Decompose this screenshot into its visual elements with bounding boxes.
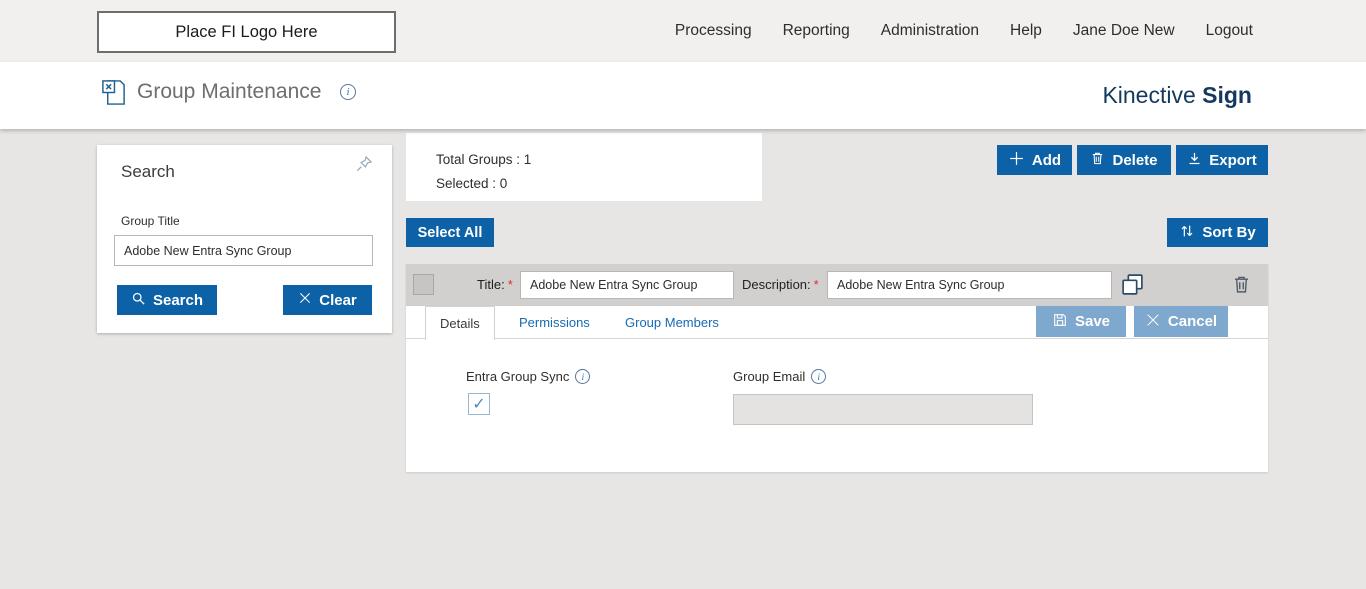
description-label: Description:* (742, 277, 819, 292)
brand-sign: Sign (1202, 82, 1252, 108)
entra-group-sync-label: Entra Group Sync (466, 369, 569, 384)
clear-button-label: Clear (319, 292, 357, 309)
download-icon (1187, 151, 1202, 170)
export-button[interactable]: Export (1176, 145, 1268, 175)
select-all-button[interactable]: Select All (406, 218, 494, 247)
group-description-field[interactable] (827, 271, 1112, 299)
nav-administration[interactable]: Administration (881, 22, 979, 40)
tab-group-members[interactable]: Group Members (611, 306, 733, 339)
group-email-label-row: Group Email i (733, 369, 826, 384)
nav-logout[interactable]: Logout (1206, 22, 1253, 40)
title-required-asterisk: * (508, 277, 513, 292)
brand-kinective: Kinective (1102, 82, 1195, 108)
nav-processing[interactable]: Processing (675, 22, 752, 40)
summary-box: Total Groups : 1 Selected : 0 (406, 133, 762, 201)
row-trash-icon[interactable] (1231, 273, 1252, 300)
group-title-label: Group Title (121, 214, 180, 228)
tab-details[interactable]: Details (425, 306, 495, 340)
search-icon (131, 291, 146, 310)
tab-group-members-label: Group Members (625, 315, 719, 330)
sort-by-label: Sort By (1202, 224, 1255, 241)
top-nav: Processing Reporting Administration Help… (675, 0, 1253, 62)
sort-by-button[interactable]: Sort By (1167, 218, 1268, 247)
entra-group-sync-info-icon[interactable]: i (575, 369, 590, 384)
pin-icon[interactable] (354, 154, 374, 179)
cancel-button[interactable]: Cancel (1134, 306, 1228, 337)
group-row: Title:* Description:* (406, 264, 1268, 306)
group-detail-card: Details Permissions Group Members Save C… (406, 306, 1268, 472)
title-bar: Group Maintenance i Kinective Sign (0, 62, 1366, 129)
page: Place FI Logo Here Processing Reporting … (0, 0, 1366, 589)
search-button-label: Search (153, 292, 203, 309)
fi-logo-text: Place FI Logo Here (175, 23, 317, 42)
clear-button[interactable]: Clear (283, 285, 372, 315)
entra-group-sync-checkbox[interactable]: ✓ (468, 393, 490, 415)
cancel-x-icon (1145, 312, 1161, 332)
delete-button[interactable]: Delete (1077, 145, 1171, 175)
save-button[interactable]: Save (1036, 306, 1126, 337)
entra-group-sync-label-row: Entra Group Sync i (466, 369, 590, 384)
group-maintenance-icon (100, 78, 127, 112)
nav-user[interactable]: Jane Doe New (1073, 22, 1175, 40)
tab-permissions-label: Permissions (519, 315, 590, 330)
group-title-field[interactable] (520, 271, 734, 299)
top-header: Place FI Logo Here Processing Reporting … (0, 0, 1366, 62)
fi-logo-placeholder: Place FI Logo Here (97, 11, 396, 53)
save-disk-icon (1052, 312, 1068, 332)
total-groups-count: Total Groups : 1 (436, 152, 531, 167)
title-label: Title:* (477, 277, 513, 292)
group-email-field (733, 394, 1033, 425)
group-email-info-icon[interactable]: i (811, 369, 826, 384)
plus-icon (1008, 150, 1025, 171)
clear-x-icon (298, 291, 312, 309)
search-panel: Search Group Title Search Clear (97, 145, 392, 333)
add-button-label: Add (1032, 152, 1061, 169)
nav-help[interactable]: Help (1010, 22, 1042, 40)
tab-permissions[interactable]: Permissions (505, 306, 604, 339)
selected-count: Selected : 0 (436, 176, 507, 191)
description-label-text: Description: (742, 277, 811, 292)
title-label-text: Title: (477, 277, 505, 292)
brand-logo: Kinective Sign (1102, 82, 1252, 109)
checkmark-icon: ✓ (472, 394, 485, 414)
tab-details-label: Details (440, 316, 480, 331)
save-button-label: Save (1075, 313, 1110, 330)
cancel-button-label: Cancel (1168, 313, 1217, 330)
delete-button-label: Delete (1112, 152, 1157, 169)
group-title-input[interactable] (114, 235, 373, 266)
page-title-info-icon[interactable]: i (340, 84, 356, 100)
search-panel-title: Search (121, 162, 175, 182)
trash-icon (1090, 150, 1105, 170)
nav-reporting[interactable]: Reporting (783, 22, 850, 40)
page-title: Group Maintenance (137, 80, 321, 104)
sort-arrows-icon (1179, 223, 1195, 243)
search-button[interactable]: Search (117, 285, 217, 315)
group-email-label: Group Email (733, 369, 805, 384)
export-button-label: Export (1209, 152, 1257, 169)
group-row-checkbox[interactable] (413, 274, 434, 295)
description-required-asterisk: * (814, 277, 819, 292)
select-all-label: Select All (418, 225, 483, 241)
add-button[interactable]: Add (997, 145, 1072, 175)
copy-icon[interactable] (1120, 272, 1145, 302)
